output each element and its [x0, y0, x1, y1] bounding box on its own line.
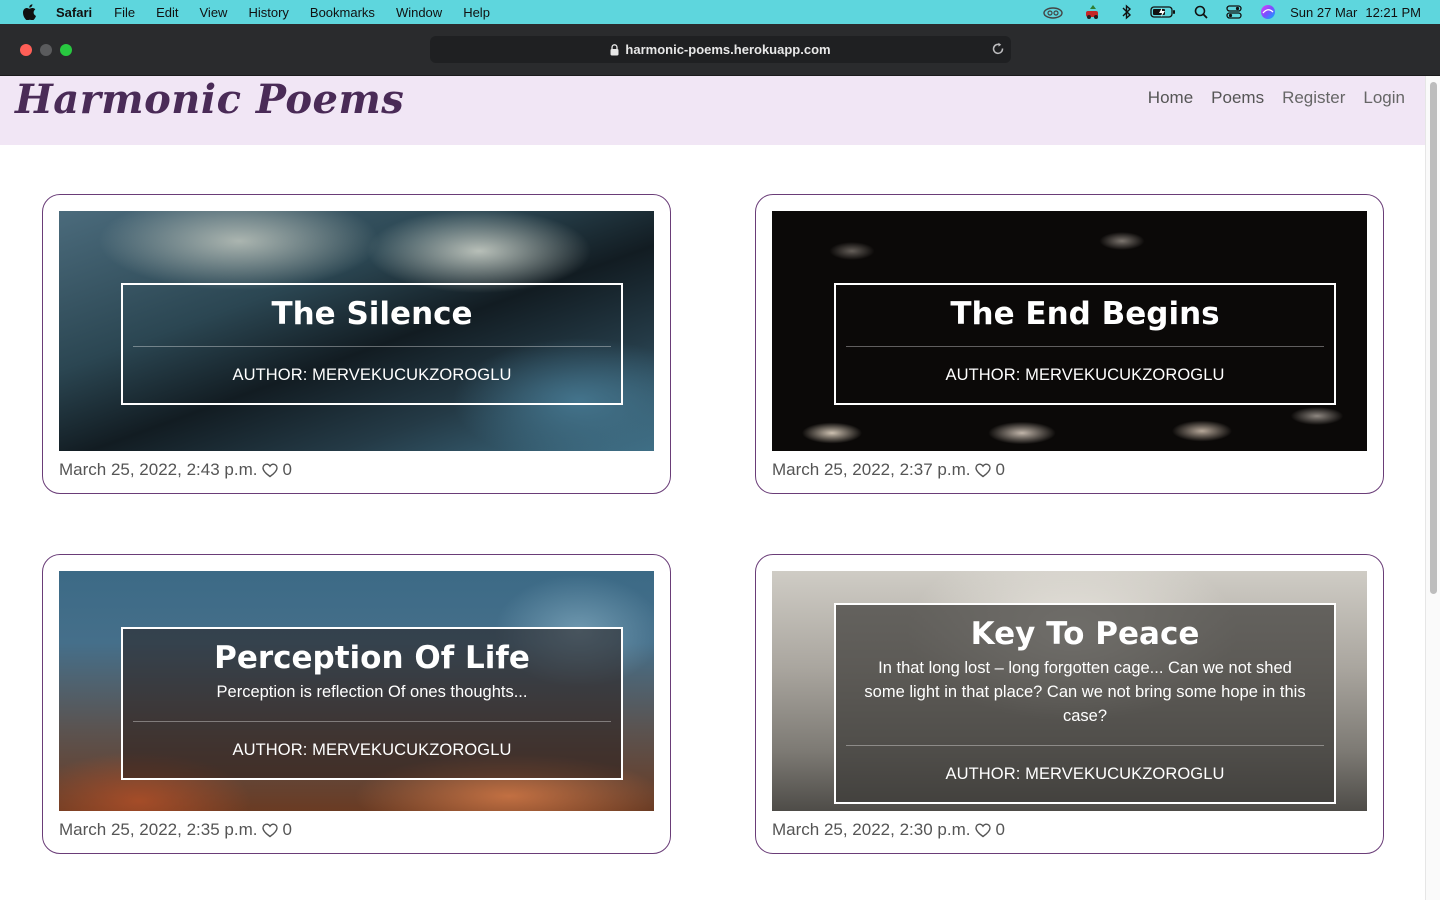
poem-card[interactable]: Perception Of Life Perception is reflect…: [42, 554, 671, 854]
poem-overlay[interactable]: The Silence AUTHOR: MERVEKUCUKZOROGLU: [121, 283, 623, 405]
poem-title[interactable]: The End Begins: [950, 296, 1219, 332]
site-logo[interactable]: Harmonic Poems: [15, 76, 404, 123]
menu-help[interactable]: Help: [463, 5, 490, 20]
url-text: harmonic-poems.herokuapp.com: [625, 42, 831, 57]
menu-file[interactable]: File: [114, 5, 135, 20]
poem-excerpt: In that long lost – long forgotten cage.…: [864, 659, 1306, 725]
overlay-divider: [846, 346, 1324, 347]
bluetooth-icon[interactable]: [1122, 4, 1132, 20]
reload-icon[interactable]: [991, 42, 1005, 59]
poem-overlay[interactable]: The End Begins AUTHOR: MERVEKUCUKZOROGLU: [834, 283, 1336, 405]
window-close-button[interactable]: [20, 44, 32, 56]
menu-bar: Safari File Edit View History Bookmarks …: [0, 0, 1440, 24]
poem-meta: March 25, 2022, 2:30 p.m. 0: [772, 820, 1005, 840]
poem-card[interactable]: Key To Peace In that long lost – long fo…: [755, 554, 1384, 854]
menubar-time: 12:21 PM: [1365, 4, 1421, 20]
poem-author: AUTHOR: MERVEKUCUKZOROGLU: [945, 366, 1225, 384]
lock-icon: [610, 43, 619, 56]
poem-image[interactable]: Key To Peace In that long lost – long fo…: [772, 571, 1367, 811]
poem-image[interactable]: The Silence AUTHOR: MERVEKUCUKZOROGLU: [59, 211, 654, 451]
menu-edit[interactable]: Edit: [156, 5, 178, 20]
site-header: Harmonic Poems Home Poems Register Login: [0, 76, 1425, 145]
poem-title[interactable]: Key To Peace: [971, 616, 1200, 652]
menu-view[interactable]: View: [200, 5, 228, 20]
poem-meta: March 25, 2022, 2:37 p.m. 0: [772, 460, 1005, 480]
menu-history[interactable]: History: [248, 5, 288, 20]
siri-icon[interactable]: [1260, 4, 1276, 20]
like-count: 0: [995, 820, 1005, 839]
heart-icon[interactable]: [975, 822, 992, 838]
apple-icon[interactable]: [21, 4, 37, 20]
menu-app-safari[interactable]: Safari: [56, 5, 92, 20]
scrollbar-thumb[interactable]: [1430, 82, 1437, 594]
heart-icon[interactable]: [262, 822, 279, 838]
poem-meta: March 25, 2022, 2:35 p.m. 0: [59, 820, 292, 840]
poem-overlay[interactable]: Perception Of Life Perception is reflect…: [121, 627, 623, 780]
poem-excerpt: Perception is reflection Of ones thought…: [216, 683, 528, 701]
poem-image[interactable]: Perception Of Life Perception is reflect…: [59, 571, 654, 811]
nav-login[interactable]: Login: [1363, 88, 1405, 108]
heart-icon[interactable]: [262, 462, 279, 478]
window-minimize-button[interactable]: [40, 44, 52, 56]
poem-author: AUTHOR: MERVEKUCUKZOROGLU: [945, 765, 1225, 783]
poem-title[interactable]: The Silence: [271, 296, 472, 332]
poem-overlay[interactable]: Key To Peace In that long lost – long fo…: [834, 603, 1336, 804]
spotlight-search-icon[interactable]: [1194, 5, 1208, 19]
like-count: 0: [282, 460, 292, 479]
window-zoom-button[interactable]: [60, 44, 72, 56]
overlay-divider: [133, 346, 611, 347]
control-center-icon[interactable]: [1226, 5, 1242, 19]
poem-date: March 25, 2022, 2:35 p.m.: [59, 820, 258, 839]
nav-poems[interactable]: Poems: [1211, 88, 1264, 108]
main-nav: Home Poems Register Login: [1130, 88, 1405, 108]
menu-window[interactable]: Window: [396, 5, 442, 20]
creative-cloud-icon[interactable]: [1042, 5, 1064, 19]
like-count: 0: [282, 820, 292, 839]
battery-icon[interactable]: [1150, 5, 1176, 19]
like-count: 0: [995, 460, 1005, 479]
nav-home[interactable]: Home: [1148, 88, 1193, 108]
overlay-divider: [133, 721, 611, 722]
poem-image[interactable]: The End Begins AUTHOR: MERVEKUCUKZOROGLU: [772, 211, 1367, 451]
poem-date: March 25, 2022, 2:30 p.m.: [772, 820, 971, 839]
nav-register[interactable]: Register: [1282, 88, 1345, 108]
address-bar[interactable]: harmonic-poems.herokuapp.com: [430, 36, 1011, 63]
poem-card[interactable]: The End Begins AUTHOR: MERVEKUCUKZOROGLU…: [755, 194, 1384, 494]
app-status-icon[interactable]: [1082, 4, 1104, 20]
menubar-clock[interactable]: Sun 27 Mar 12:21 PM: [1290, 5, 1421, 20]
poem-date: March 25, 2022, 2:43 p.m.: [59, 460, 258, 479]
poem-meta: March 25, 2022, 2:43 p.m. 0: [59, 460, 292, 480]
poem-title[interactable]: Perception Of Life: [214, 640, 530, 676]
heart-icon[interactable]: [975, 462, 992, 478]
poem-author: AUTHOR: MERVEKUCUKZOROGLU: [232, 741, 512, 759]
overlay-divider: [846, 745, 1324, 746]
menu-bookmarks[interactable]: Bookmarks: [310, 5, 375, 20]
poem-author: AUTHOR: MERVEKUCUKZOROGLU: [232, 366, 512, 384]
poem-card[interactable]: The Silence AUTHOR: MERVEKUCUKZOROGLU Ma…: [42, 194, 671, 494]
page-scrollbar[interactable]: [1425, 76, 1440, 900]
menubar-date: Sun 27 Mar: [1290, 4, 1358, 20]
poem-date: March 25, 2022, 2:37 p.m.: [772, 460, 971, 479]
